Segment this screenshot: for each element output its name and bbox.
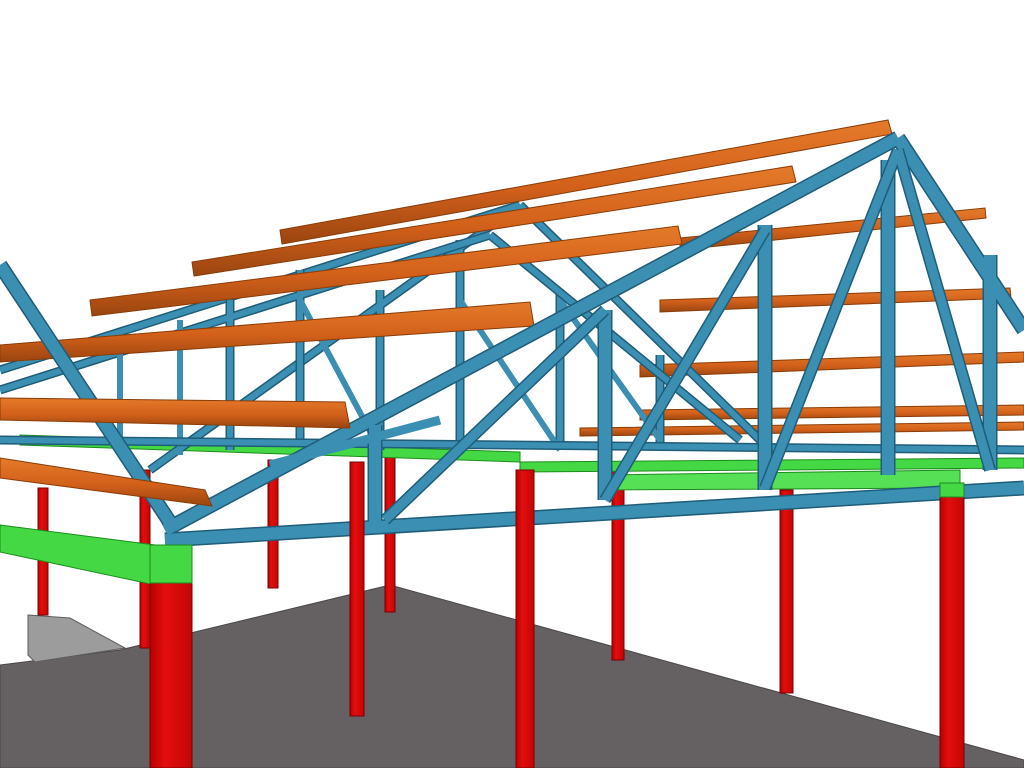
purlin bbox=[0, 397, 351, 429]
column bbox=[779, 489, 794, 694]
beam bbox=[0, 524, 156, 586]
column bbox=[611, 469, 625, 661]
purlin bbox=[0, 457, 213, 507]
purlin bbox=[0, 301, 535, 363]
column bbox=[149, 554, 193, 768]
beam bbox=[939, 482, 965, 498]
beam bbox=[149, 544, 193, 584]
column bbox=[939, 484, 965, 768]
model-viewport[interactable] bbox=[0, 0, 1024, 768]
column bbox=[515, 469, 535, 768]
column bbox=[349, 461, 365, 717]
beam bbox=[599, 469, 961, 491]
